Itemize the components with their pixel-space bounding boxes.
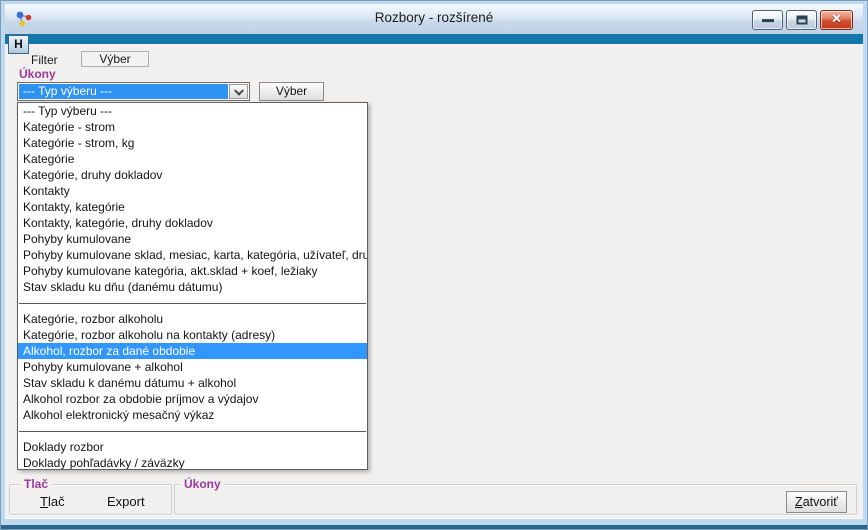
list-separator — [18, 295, 367, 311]
list-item[interactable]: Kontakty — [18, 183, 367, 199]
tab-vyber[interactable]: Výber — [81, 51, 149, 67]
ukony-groupbox: Úkony Zatvoriť — [174, 484, 857, 515]
app-window: Rozbory - rozšírené × H Filter Výber Úko… — [0, 0, 868, 530]
list-item[interactable]: --- Typ výberu --- — [18, 103, 367, 119]
combobox-selected-value: --- Typ výberu --- — [19, 84, 228, 99]
list-item[interactable]: Kategórie - strom — [18, 119, 367, 135]
list-item[interactable]: Kategórie, rozbor alkoholu — [18, 311, 367, 327]
list-item[interactable]: Pohyby kumulovane sklad, mesiac, karta, … — [18, 247, 367, 263]
list-item[interactable]: Kategórie - strom, kg — [18, 135, 367, 151]
h-tab-button[interactable]: H — [8, 35, 29, 54]
list-item[interactable]: Alkohol, rozbor za dané obdobie — [18, 343, 367, 359]
list-item[interactable]: Doklady pohľadávky / záväzky — [18, 455, 367, 470]
chevron-down-icon — [234, 85, 244, 95]
titlebar: Rozbory - rozšírené × — [5, 4, 863, 34]
minimize-icon — [762, 19, 774, 22]
export-button[interactable]: Export — [107, 494, 145, 509]
ukony-group-label: Úkony — [180, 477, 225, 491]
type-dropdown-list: --- Typ výberu ---Kategórie - stromKateg… — [17, 102, 368, 470]
list-item[interactable]: Kategórie, druhy dokladov — [18, 167, 367, 183]
restore-icon — [796, 16, 807, 25]
list-item[interactable]: Stav skladu k danému dátumu + alkohol — [18, 375, 367, 391]
list-item[interactable]: Pohyby kumulovane + alkohol — [18, 359, 367, 375]
tlac-button[interactable]: Tlač — [40, 494, 65, 509]
list-item[interactable]: Pohyby kumulovane kategória, akt.sklad +… — [18, 263, 367, 279]
accent-strip — [5, 34, 863, 44]
close-icon: × — [821, 11, 852, 27]
window-title: Rozbory - rozšírené — [5, 10, 863, 25]
close-button[interactable]: × — [820, 10, 853, 30]
tab-filter[interactable]: Filter — [31, 53, 58, 67]
type-select-combobox[interactable]: --- Typ výberu --- — [17, 82, 250, 101]
separator-line — [19, 431, 366, 432]
separator-line — [19, 303, 366, 304]
list-item[interactable]: Kategórie, rozbor alkoholu na kontakty (… — [18, 327, 367, 343]
list-item[interactable]: Kontakty, kategórie, druhy dokladov — [18, 215, 367, 231]
vyber-button[interactable]: Výber — [259, 82, 324, 101]
list-separator — [18, 423, 367, 439]
list-item[interactable]: Kontakty, kategórie — [18, 199, 367, 215]
list-item[interactable]: Doklady rozbor — [18, 439, 367, 455]
list-item[interactable]: Alkohol rozbor za obdobie príjmov a výda… — [18, 391, 367, 407]
list-item[interactable]: Stav skladu ku dňu (danému dátumu) — [18, 279, 367, 295]
tlac-groupbox: Tlač Tlač Export — [9, 484, 172, 515]
list-item[interactable]: Kategórie — [18, 151, 367, 167]
list-item[interactable]: Pohyby kumulovane — [18, 231, 367, 247]
combobox-dropdown-button[interactable] — [229, 84, 248, 99]
list-item[interactable]: Alkohol elektronický mesačný výkaz — [18, 407, 367, 423]
window-frame-bottom — [1, 525, 867, 529]
restore-button[interactable] — [786, 10, 817, 30]
client-area: Filter Výber Úkony --- Typ výberu --- Vý… — [5, 44, 863, 518]
zatvorit-button[interactable]: Zatvoriť — [786, 491, 847, 513]
window-controls: × — [749, 10, 853, 30]
minimize-button[interactable] — [752, 10, 783, 30]
ukony-section-label: Úkony — [19, 67, 56, 81]
tlac-group-label: Tlač — [20, 477, 52, 491]
